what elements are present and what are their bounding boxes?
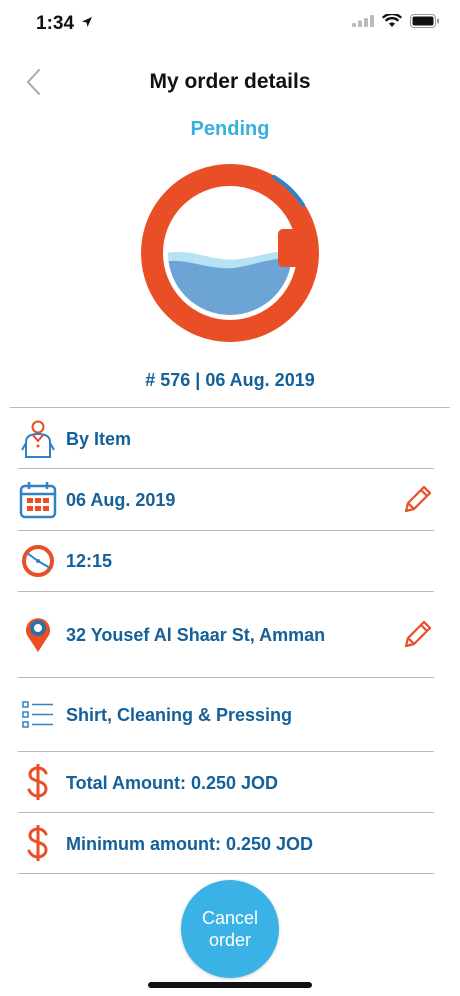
service-type-label: By Item [66,429,132,449]
detail-row-minimum-amount: Minimum amount: 0.250 JOD [18,823,434,863]
detail-row-items: Shirt, Cleaning & Pressing [18,695,434,735]
divider [18,751,434,752]
detail-row-address: 32 Yousef Al Shaar St, Amman [18,614,434,654]
status-time: 1:34 [36,13,93,35]
divider [18,468,434,469]
order-reference: # 576 | 06 Aug. 2019 [145,370,315,390]
washing-machine-illustration [141,164,319,342]
status-bar: 1:34 [0,0,460,50]
divider [18,591,434,592]
page-title: My order details [149,70,311,93]
calendar-icon [18,480,58,520]
divider [18,677,434,678]
home-indicator [148,982,312,988]
divider [18,530,434,531]
time-label: 12:15 [66,551,113,571]
dollar-icon [18,762,58,802]
battery-icon [410,14,439,28]
divider [10,407,450,408]
edit-address-button[interactable] [400,618,434,652]
divider [18,812,434,813]
date-label: 06 Aug. 2019 [66,490,176,510]
minimum-amount-label: Minimum amount: 0.250 JOD [66,834,314,854]
order-status: Pending [190,118,270,140]
navigation-bar: My order details [0,58,460,106]
clock-icon [18,541,58,581]
person-shirt-icon [18,419,58,459]
detail-row-date: 06 Aug. 2019 [18,480,434,520]
cancel-order-label: Cancel order [201,908,259,950]
status-time-text: 1:34 [36,13,75,34]
cancel-order-button[interactable]: Cancel order [181,880,279,978]
checklist-icon [18,695,58,735]
signal-icon [352,15,374,27]
dollar-icon [18,823,58,863]
items-label: Shirt, Cleaning & Pressing [66,705,293,725]
pencil-icon [404,485,432,513]
pencil-icon [404,620,432,648]
detail-row-service-type: By Item [18,419,434,459]
detail-row-time: 12:15 [18,541,434,581]
divider [18,873,434,874]
address-label: 32 Yousef Al Shaar St, Amman [66,625,326,645]
location-pin-icon [18,614,58,654]
total-amount-label: Total Amount: 0.250 JOD [66,773,279,793]
edit-date-button[interactable] [400,483,434,517]
location-arrow-icon [82,17,93,27]
detail-row-total-amount: Total Amount: 0.250 JOD [18,762,434,802]
wifi-icon [382,14,402,27]
status-indicators [352,14,440,28]
